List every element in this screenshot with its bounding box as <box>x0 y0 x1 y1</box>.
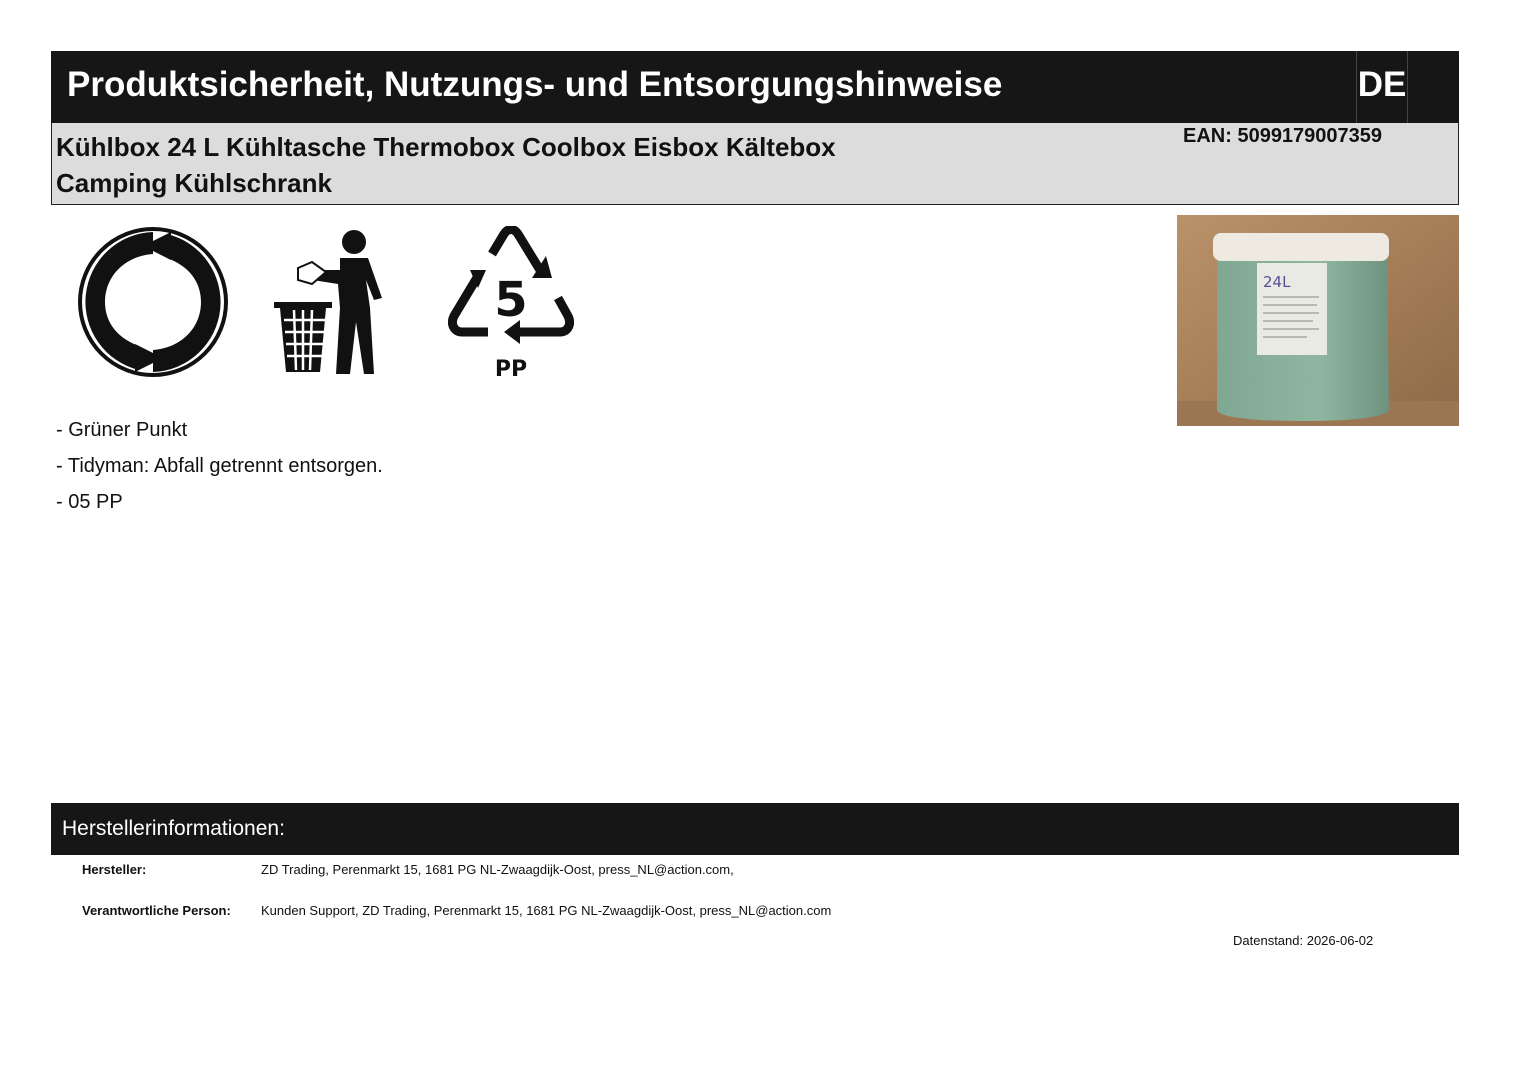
responsible-person-value: Kunden Support, ZD Trading, Perenmarkt 1… <box>261 903 832 918</box>
language-badge: DE <box>1356 51 1408 123</box>
data-date: Datenstand: 2026-06-02 <box>1233 933 1374 948</box>
disposal-notes: - Grüner Punkt - Tidyman: Abfall getrenn… <box>56 412 383 520</box>
page-title: Produktsicherheit, Nutzungs- und Entsorg… <box>67 65 1003 104</box>
note-green-dot: - Grüner Punkt <box>56 419 188 441</box>
note-tidyman: - Tidyman: Abfall getrennt entsorgen. <box>56 455 383 477</box>
manufacturer-label: Hersteller: <box>82 862 147 877</box>
product-info-bar: Kühlbox 24 L Kühltasche Thermobox Coolbo… <box>51 123 1459 205</box>
recycling-material: PP <box>495 357 527 382</box>
manufacturer-section-title: Herstellerinformationen: <box>62 817 285 840</box>
responsible-person-label: Verantwortliche Person: <box>82 903 231 918</box>
product-ean: EAN: 5099179007359 <box>1183 125 1383 147</box>
product-name: Kühlbox 24 L Kühltasche Thermobox Coolbo… <box>56 132 836 198</box>
note-pp: - 05 PP <box>56 491 123 513</box>
manufacturer-value: ZD Trading, Perenmarkt 15, 1681 PG NL-Zw… <box>261 862 734 877</box>
page-header: Produktsicherheit, Nutzungs- und Entsorg… <box>51 51 1459 123</box>
product-photo: 24L <box>1177 215 1459 426</box>
manufacturer-section-header: Herstellerinformationen: <box>51 803 1459 855</box>
recycling-code: 5 <box>494 272 527 328</box>
tidyman-icon <box>274 230 382 374</box>
photo-capacity-label: 24L <box>1263 273 1291 291</box>
green-dot-icon <box>78 227 228 377</box>
recycling-pp-icon: 5 PP <box>448 226 574 382</box>
